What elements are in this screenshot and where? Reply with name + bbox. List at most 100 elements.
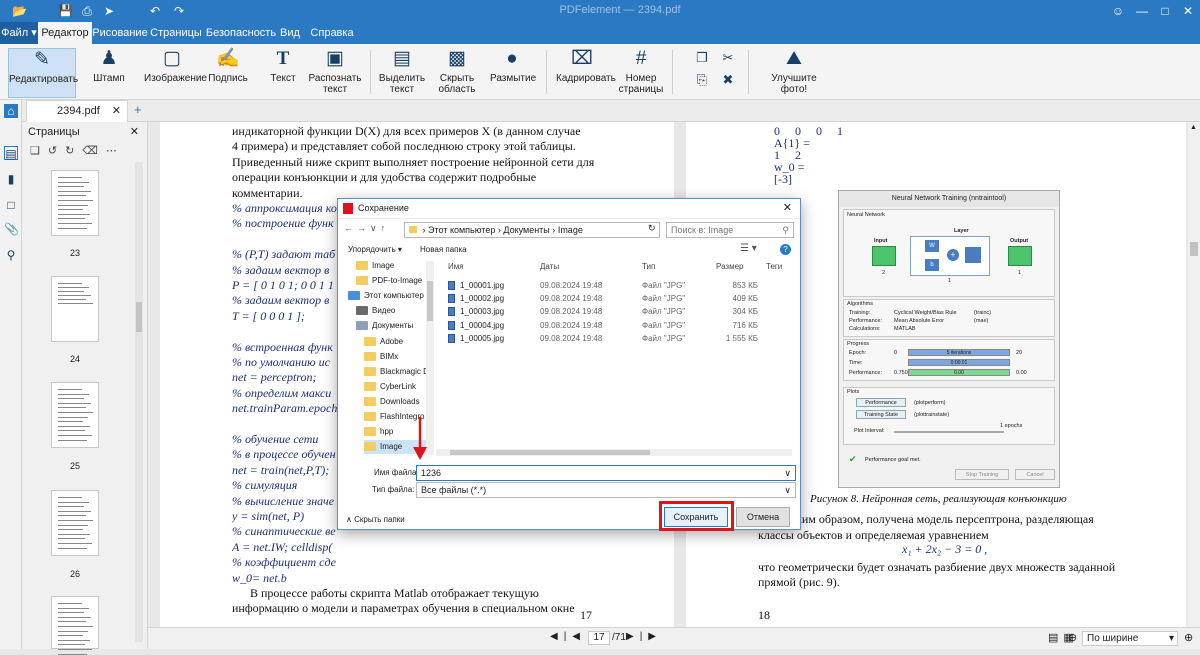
nav-item[interactable]: BIMx xyxy=(364,350,398,364)
address-bar[interactable]: › Этот компьютер › Документы › Image xyxy=(404,222,660,238)
image-button[interactable]: ▢ Изображение xyxy=(144,48,207,98)
nav-item[interactable]: hpp xyxy=(364,425,393,439)
select-text-button[interactable]: ▤ Выделить текст xyxy=(378,48,426,98)
refresh-icon[interactable]: ↻ xyxy=(648,223,656,234)
nav-item[interactable]: Видео xyxy=(356,304,395,318)
delete-page-icon[interactable]: ⌫ xyxy=(82,145,106,157)
hide-folders-button[interactable]: ∧ Скрыть папки xyxy=(346,515,405,524)
forward-arrow-icon[interactable]: → xyxy=(357,223,370,233)
rotate-left-icon[interactable]: ↺ xyxy=(48,145,65,157)
undo-icon[interactable]: ↶ xyxy=(148,4,162,18)
hscroll-thumb[interactable] xyxy=(450,450,650,455)
nav-item[interactable]: PDF-to-Image xyxy=(356,274,422,288)
close-tab-icon[interactable]: ✕ xyxy=(112,101,121,122)
ocr-button[interactable]: ▣ Распознать текст xyxy=(308,48,362,98)
breadcrumb-this-pc[interactable]: Этот компьютер xyxy=(428,225,495,235)
up-arrow-icon[interactable]: ↑ xyxy=(381,223,390,233)
organize-button[interactable]: Упорядочить ▾ xyxy=(348,245,402,254)
first-page-icon[interactable]: ◀ xyxy=(550,631,564,642)
new-tab-icon[interactable]: + xyxy=(134,102,142,117)
open-folder-icon[interactable]: 📂 xyxy=(12,4,27,18)
redact-area-button[interactable]: ▩ Скрыть область xyxy=(434,48,480,98)
nav-item[interactable]: Этот компьютер xyxy=(348,289,424,303)
breadcrumb-image[interactable]: Image xyxy=(558,225,583,235)
column-header[interactable]: Тип xyxy=(642,262,655,271)
back-arrow-icon[interactable]: ← xyxy=(344,223,357,233)
attachment-icon[interactable]: 📎 xyxy=(4,222,19,236)
column-header[interactable]: Имя xyxy=(448,262,464,271)
performance-plot-button[interactable]: Performance xyxy=(856,398,906,407)
minimize-button[interactable]: — xyxy=(1132,3,1152,19)
account-icon[interactable]: ☺ xyxy=(1108,3,1128,19)
scroll-up-icon[interactable]: ▲ xyxy=(1190,124,1197,131)
filetype-select[interactable]: Все файлы (*.*) ∨ xyxy=(416,482,796,498)
file-list-hscrollbar[interactable] xyxy=(436,449,792,456)
tab-editor[interactable]: Редактор xyxy=(38,22,92,44)
home-icon[interactable]: ⌂ xyxy=(4,104,18,118)
filename-input[interactable]: 1236 ∨ xyxy=(416,465,796,481)
column-header[interactable]: Теги xyxy=(766,262,782,271)
save-icon[interactable]: 💾 xyxy=(58,4,73,18)
more-icon[interactable]: ⋯ xyxy=(106,145,125,157)
insert-page-icon[interactable]: ❏ xyxy=(30,145,48,157)
signature-button[interactable]: ✍ Подпись xyxy=(206,48,250,98)
tab-pages[interactable]: Страницы xyxy=(148,22,204,44)
nav-scrollbar-thumb[interactable] xyxy=(427,281,433,321)
tab-view[interactable]: Вид xyxy=(278,22,302,44)
zoom-out-icon[interactable]: ⊖ xyxy=(1068,631,1077,644)
paste-icon[interactable]: ⎘ xyxy=(690,72,714,90)
nav-item[interactable]: CyberLink xyxy=(364,380,416,394)
search-icon[interactable]: ⚲ xyxy=(4,248,18,262)
document-tab[interactable]: 2394.pdf ✕ xyxy=(26,100,128,122)
thumbnail-scrollbar[interactable] xyxy=(135,162,143,642)
new-folder-button[interactable]: Новая папка xyxy=(420,245,467,254)
close-window-button[interactable]: ✕ xyxy=(1178,3,1198,19)
stop-training-button[interactable]: Stop Training xyxy=(955,469,1009,480)
page-number-button[interactable]: # Номер страницы xyxy=(618,48,664,98)
enhance-photo-button[interactable]: ⛰ Улучшите фото! xyxy=(758,48,830,98)
document-scrollbar[interactable]: ▲ xyxy=(1188,122,1200,627)
edit-button[interactable]: ✎ Редактировать xyxy=(8,48,78,98)
cut-icon[interactable]: ✂ xyxy=(716,50,740,68)
nav-item[interactable]: Документы xyxy=(356,319,413,333)
tab-help[interactable]: Справка xyxy=(306,22,358,44)
breadcrumb-documents[interactable]: Документы xyxy=(503,225,549,235)
next-page-icon[interactable]: ▶| xyxy=(626,631,648,642)
page-thumbnail-25[interactable] xyxy=(51,382,99,448)
text-button[interactable]: T Текст xyxy=(264,48,302,98)
file-menu[interactable]: Файл ▾ xyxy=(0,22,38,44)
redo-icon[interactable]: ↷ xyxy=(172,4,186,18)
view-options-icon[interactable]: ☰ ▾ xyxy=(740,243,757,254)
previous-page-icon[interactable]: |◀ xyxy=(564,631,586,642)
scrollbar-thumb[interactable] xyxy=(136,302,142,332)
page-thumbnail-24[interactable] xyxy=(51,276,99,342)
file-row[interactable]: 1_00004.jpg 09.08.2024 19:48 Файл "JPG" 716… xyxy=(448,319,788,332)
search-input[interactable]: Поиск в: Image ⚲ xyxy=(666,222,794,238)
file-row[interactable]: 1_00003.jpg 09.08.2024 19:48 Файл "JPG" 304… xyxy=(448,305,788,318)
bookmark-icon[interactable]: ▮ xyxy=(4,172,18,186)
nav-item[interactable]: Blackmagic De xyxy=(364,365,432,379)
pages-panel-icon[interactable]: ▤ xyxy=(4,146,18,161)
comments-icon[interactable]: □ xyxy=(4,198,18,212)
tab-security[interactable]: Безопасность xyxy=(204,22,278,44)
close-panel-icon[interactable]: ✕ xyxy=(130,125,139,138)
file-row[interactable]: 1_00002.jpg 09.08.2024 19:48 Файл "JPG" 409… xyxy=(448,292,788,305)
share-icon[interactable]: ➤ xyxy=(102,4,116,18)
single-page-icon[interactable]: ▤ xyxy=(1048,632,1063,644)
plot-interval-slider[interactable] xyxy=(894,431,1004,433)
current-page-input[interactable]: 17 xyxy=(588,631,610,645)
print-icon[interactable]: ⎙ xyxy=(80,4,94,18)
nav-item[interactable]: Adobe xyxy=(364,335,403,349)
figure-cancel-button[interactable]: Cancel xyxy=(1015,469,1055,480)
zoom-select[interactable]: По ширине ▾ xyxy=(1082,631,1178,646)
page-thumbnail-23[interactable] xyxy=(51,170,99,236)
page-thumbnail-26[interactable] xyxy=(51,490,99,556)
nav-item[interactable]: Image xyxy=(356,259,394,273)
copy-icon[interactable]: ❐ xyxy=(690,50,714,68)
file-row[interactable]: 1_00005.jpg 09.08.2024 19:48 Файл "JPG" 1 5… xyxy=(448,332,788,345)
column-header[interactable]: Даты xyxy=(540,262,559,271)
last-page-icon[interactable]: ▶ xyxy=(648,631,662,642)
nav-item[interactable]: Downloads xyxy=(364,395,420,409)
scrollbar-thumb[interactable] xyxy=(1190,242,1198,256)
zoom-in-icon[interactable]: ⊕ xyxy=(1184,631,1193,644)
